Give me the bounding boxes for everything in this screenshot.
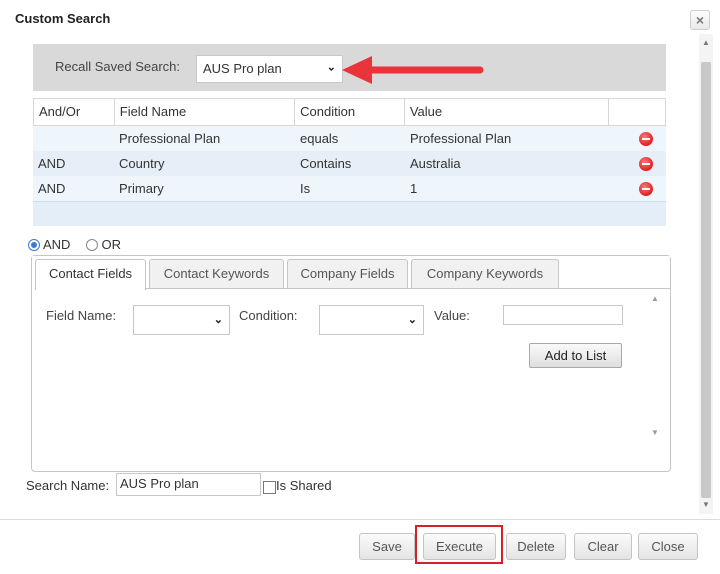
is-shared-label[interactable]: Is Shared bbox=[276, 478, 332, 493]
cell-andor bbox=[33, 126, 114, 151]
cell-actions bbox=[610, 151, 666, 176]
dialog-scrollbar[interactable]: ▲ ▼ bbox=[699, 34, 713, 514]
radio-or-label[interactable]: OR bbox=[101, 237, 121, 252]
field-name-label: Field Name: bbox=[46, 308, 117, 323]
tab-company-keywords[interactable]: Company Keywords bbox=[411, 259, 559, 289]
cell-condition: Is bbox=[300, 181, 311, 196]
cell-value: Australia bbox=[410, 156, 461, 171]
cell-andor: AND bbox=[38, 181, 66, 196]
execute-button[interactable]: Execute bbox=[423, 533, 496, 560]
cell-value: Professional Plan bbox=[410, 131, 512, 146]
scroll-up-icon[interactable]: ▲ bbox=[648, 294, 662, 303]
cell-field: Primary bbox=[119, 181, 164, 196]
inner-scrollbar[interactable]: ▲ ▼ bbox=[648, 294, 662, 469]
table-row[interactable]: Professional Plan equals Professional Pl… bbox=[33, 126, 666, 151]
radio-and[interactable] bbox=[28, 238, 40, 251]
logic-radio-group: AND OR bbox=[28, 237, 137, 252]
chevron-down-icon: ⌄ bbox=[213, 313, 223, 326]
table-row[interactable]: AND Primary Is 1 bbox=[33, 176, 666, 201]
delete-row-icon[interactable] bbox=[639, 157, 653, 171]
add-to-list-button[interactable]: Add to List bbox=[529, 343, 622, 368]
cell-andor: AND bbox=[38, 156, 66, 171]
condition-label: Condition: bbox=[239, 308, 298, 323]
annotation-arrow-icon bbox=[342, 56, 484, 84]
tab-company-fields[interactable]: Company Fields bbox=[287, 259, 408, 289]
cell-actions bbox=[610, 176, 666, 201]
scroll-down-icon[interactable]: ▼ bbox=[648, 428, 662, 437]
cell-condition: Contains bbox=[300, 156, 352, 171]
condition-select[interactable]: ⌄ bbox=[319, 305, 424, 335]
close-button[interactable]: Close bbox=[638, 533, 698, 560]
field-name-select[interactable]: ⌄ bbox=[133, 305, 230, 335]
value-label: Value: bbox=[434, 308, 470, 323]
close-icon[interactable]: × bbox=[690, 10, 710, 30]
col-header-condition: Condition bbox=[295, 99, 405, 125]
chevron-down-icon: ⌄ bbox=[326, 61, 336, 74]
is-shared-checkbox[interactable] bbox=[263, 481, 276, 494]
footer-divider bbox=[0, 519, 720, 520]
cell-value: 1 bbox=[410, 181, 418, 196]
recall-selected-value: AUS Pro plan bbox=[203, 61, 282, 76]
col-header-actions bbox=[609, 99, 665, 125]
col-header-value: Value bbox=[405, 99, 610, 125]
grid-empty-row bbox=[33, 201, 666, 226]
col-header-field: Field Name bbox=[115, 99, 296, 125]
scroll-thumb[interactable] bbox=[701, 62, 711, 498]
cell-field: Country bbox=[119, 156, 165, 171]
grid-header: And/Or Field Name Condition Value bbox=[33, 98, 666, 126]
col-header-andor: And/Or bbox=[34, 99, 115, 125]
criteria-tab-panel: Contact Fields Contact Keywords Company … bbox=[31, 255, 671, 472]
delete-row-icon[interactable] bbox=[639, 132, 653, 146]
recall-saved-search-select[interactable]: AUS Pro plan ⌄ bbox=[196, 55, 343, 83]
cell-field: Professional Plan bbox=[119, 131, 221, 146]
radio-and-label[interactable]: AND bbox=[43, 237, 70, 252]
delete-row-icon[interactable] bbox=[639, 182, 653, 196]
clear-button[interactable]: Clear bbox=[574, 533, 632, 560]
tab-contact-fields[interactable]: Contact Fields bbox=[35, 259, 146, 290]
cell-condition: equals bbox=[300, 131, 339, 146]
tab-contact-keywords[interactable]: Contact Keywords bbox=[149, 259, 284, 289]
scroll-down-icon[interactable]: ▼ bbox=[699, 498, 713, 512]
table-row[interactable]: AND Country Contains Australia bbox=[33, 151, 666, 176]
search-name-input[interactable]: AUS Pro plan bbox=[116, 473, 261, 496]
save-button[interactable]: Save bbox=[359, 533, 415, 560]
recall-label: Recall Saved Search: bbox=[55, 59, 181, 74]
search-name-label: Search Name: bbox=[26, 478, 110, 493]
radio-or[interactable] bbox=[86, 238, 99, 251]
criteria-grid: And/Or Field Name Condition Value Profes… bbox=[33, 98, 666, 226]
delete-button[interactable]: Delete bbox=[506, 533, 566, 560]
scroll-up-icon[interactable]: ▲ bbox=[699, 36, 713, 50]
cell-actions bbox=[610, 126, 666, 151]
chevron-down-icon: ⌄ bbox=[407, 313, 417, 326]
dialog-title: Custom Search bbox=[15, 11, 111, 26]
tab-bar: Contact Fields Contact Keywords Company … bbox=[32, 256, 670, 290]
value-input[interactable] bbox=[503, 305, 623, 325]
tab-content: Field Name: ⌄ Condition: ⌄ Value: Add to… bbox=[33, 289, 669, 471]
